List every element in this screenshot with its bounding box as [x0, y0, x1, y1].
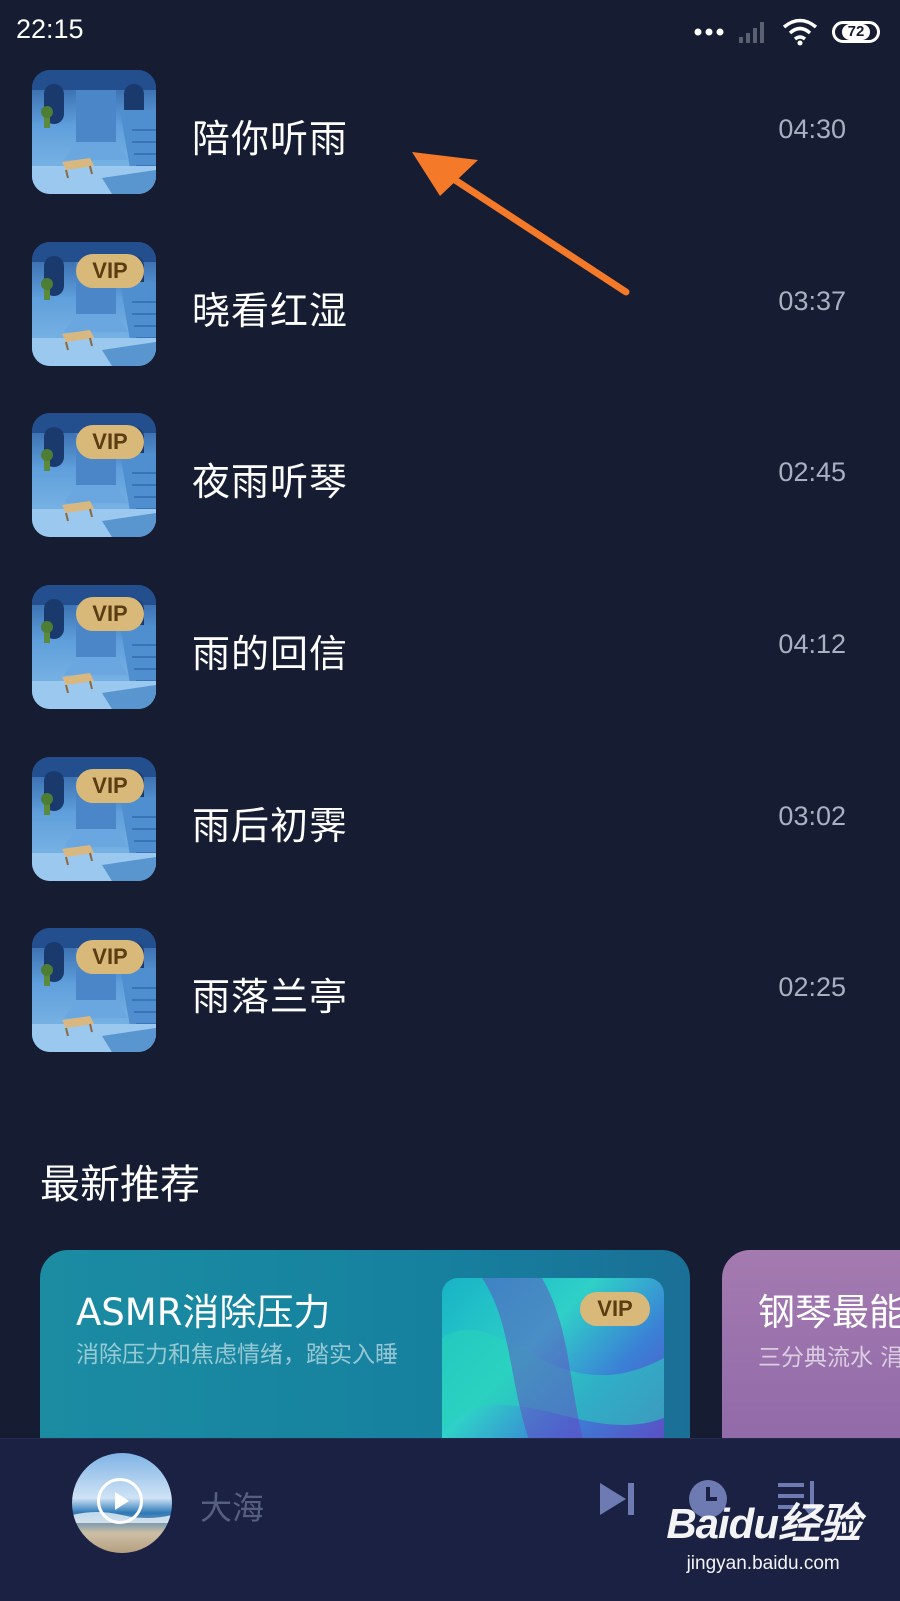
track-item[interactable]: VIP 雨落兰亭 02:25 — [0, 928, 900, 1052]
vip-badge: VIP — [76, 597, 144, 631]
section-title: 最新推荐 — [40, 1162, 200, 1208]
track-duration: 04:12 — [778, 629, 846, 659]
track-item[interactable]: VIP 雨的回信 04:12 — [0, 585, 900, 709]
card-description: 消除压力和焦虑情绪，踏实入睡 — [76, 1342, 398, 1368]
battery-icon: 72 — [832, 21, 880, 43]
track-cover — [32, 70, 156, 194]
track-title: 雨落兰亭 — [192, 975, 349, 1019]
card-title: ASMR消除压力 — [76, 1291, 331, 1334]
status-icons: 72 — [694, 16, 880, 48]
track-title: 雨的回信 — [192, 632, 349, 676]
track-item[interactable]: VIP 雨后初霁 03:02 — [0, 757, 900, 881]
dots-icon — [694, 28, 724, 36]
play-icon — [115, 1492, 129, 1510]
track-title: 夜雨听琴 — [192, 460, 349, 504]
status-bar: 22:15 72 — [0, 0, 900, 64]
watermark-url: jingyan.baidu.com — [686, 1553, 840, 1574]
track-item[interactable]: 陪你听雨 04:30 — [0, 70, 900, 194]
track-cover: VIP — [32, 757, 156, 881]
track-cover: VIP — [32, 242, 156, 366]
vip-badge: VIP — [76, 425, 144, 459]
vip-badge: VIP — [76, 940, 144, 974]
track-duration: 03:02 — [778, 801, 846, 831]
track-cover: VIP — [32, 413, 156, 537]
track-title: 陪你听雨 — [192, 117, 349, 161]
track-title: 雨后初霁 — [192, 804, 349, 848]
track-item[interactable]: VIP 夜雨听琴 02:45 — [0, 413, 900, 537]
track-item[interactable]: VIP 晓看红湿 03:37 — [0, 242, 900, 366]
track-cover: VIP — [32, 928, 156, 1052]
vip-badge: VIP — [76, 769, 144, 803]
card-description: 三分典流水 涓 — [758, 1345, 900, 1371]
play-button[interactable] — [97, 1478, 143, 1524]
status-time: 22:15 — [16, 14, 84, 44]
card-title: 钢琴最能 — [758, 1291, 900, 1334]
player-title: 大海 — [200, 1489, 265, 1527]
battery-level: 72 — [841, 24, 871, 40]
track-title: 晓看红湿 — [192, 289, 349, 333]
track-duration: 02:45 — [778, 457, 846, 487]
track-duration: 02:25 — [778, 972, 846, 1002]
wifi-icon — [782, 18, 818, 46]
next-icon[interactable] — [596, 1477, 640, 1521]
vip-badge: VIP — [76, 254, 144, 288]
track-duration: 03:37 — [778, 286, 846, 316]
vip-badge: VIP — [580, 1292, 650, 1326]
signal-icon — [739, 22, 764, 43]
track-cover: VIP — [32, 585, 156, 709]
watermark-logo: Baidu经验 — [666, 1500, 861, 1547]
player-cover[interactable] — [72, 1453, 172, 1553]
track-duration: 04:30 — [778, 114, 846, 144]
baidu-watermark: Baidu经验 jingyan.baidu.com — [666, 1490, 861, 1575]
